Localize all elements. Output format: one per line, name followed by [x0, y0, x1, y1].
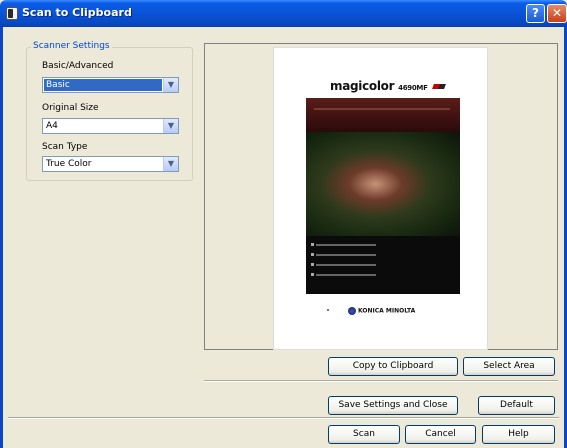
title-bar: Scan to Clipboard ? ✕: [0, 0, 567, 27]
chevron-down-icon[interactable]: ▼: [163, 78, 178, 92]
chevron-down-icon[interactable]: ▼: [163, 119, 178, 133]
scan-button[interactable]: Scan: [328, 425, 400, 444]
brand-mark-icon: [432, 84, 447, 89]
separator: [204, 380, 558, 382]
original-size-select[interactable]: A4 ▼: [42, 118, 179, 134]
window-title: Scan to Clipboard: [22, 6, 132, 19]
select-area-button[interactable]: Select Area: [463, 357, 555, 376]
copy-to-clipboard-button[interactable]: Copy to Clipboard: [328, 357, 458, 376]
konica-minolta-logo: KONICA MINOLTA: [348, 307, 415, 315]
bottom-separator: [8, 417, 559, 419]
poster-photo: [306, 132, 460, 236]
save-settings-close-button[interactable]: Save Settings and Close: [328, 396, 458, 415]
default-button[interactable]: Default: [478, 396, 555, 415]
page-mark: [327, 309, 329, 311]
scan-type-label: Scan Type: [42, 142, 88, 152]
scan-type-value: True Color: [46, 159, 92, 169]
brand-logo: magicolor 4690MF: [330, 79, 447, 93]
scanner-settings-legend: Scanner Settings: [31, 41, 112, 51]
preview-poster-image: [306, 98, 460, 294]
brand-model: 4690MF: [398, 84, 428, 92]
help-icon[interactable]: ?: [526, 4, 545, 23]
basic-advanced-select[interactable]: Basic ▼: [42, 77, 179, 93]
scan-type-select[interactable]: True Color ▼: [42, 156, 179, 172]
poster-headline: [314, 108, 450, 110]
basic-advanced-value: Basic: [44, 79, 162, 91]
original-size-label: Original Size: [42, 103, 99, 113]
window-border-left: [0, 27, 3, 448]
chevron-down-icon[interactable]: ▼: [163, 157, 178, 171]
cancel-button[interactable]: Cancel: [405, 425, 476, 444]
basic-advanced-label: Basic/Advanced: [42, 61, 114, 71]
original-size-value: A4: [46, 121, 58, 131]
help-button[interactable]: Help: [482, 425, 555, 444]
brand-name: magicolor: [330, 79, 395, 93]
poster-header: [306, 98, 460, 132]
close-icon[interactable]: ✕: [547, 4, 567, 23]
poster-bullets: [311, 243, 376, 284]
scanner-icon: [6, 7, 18, 20]
